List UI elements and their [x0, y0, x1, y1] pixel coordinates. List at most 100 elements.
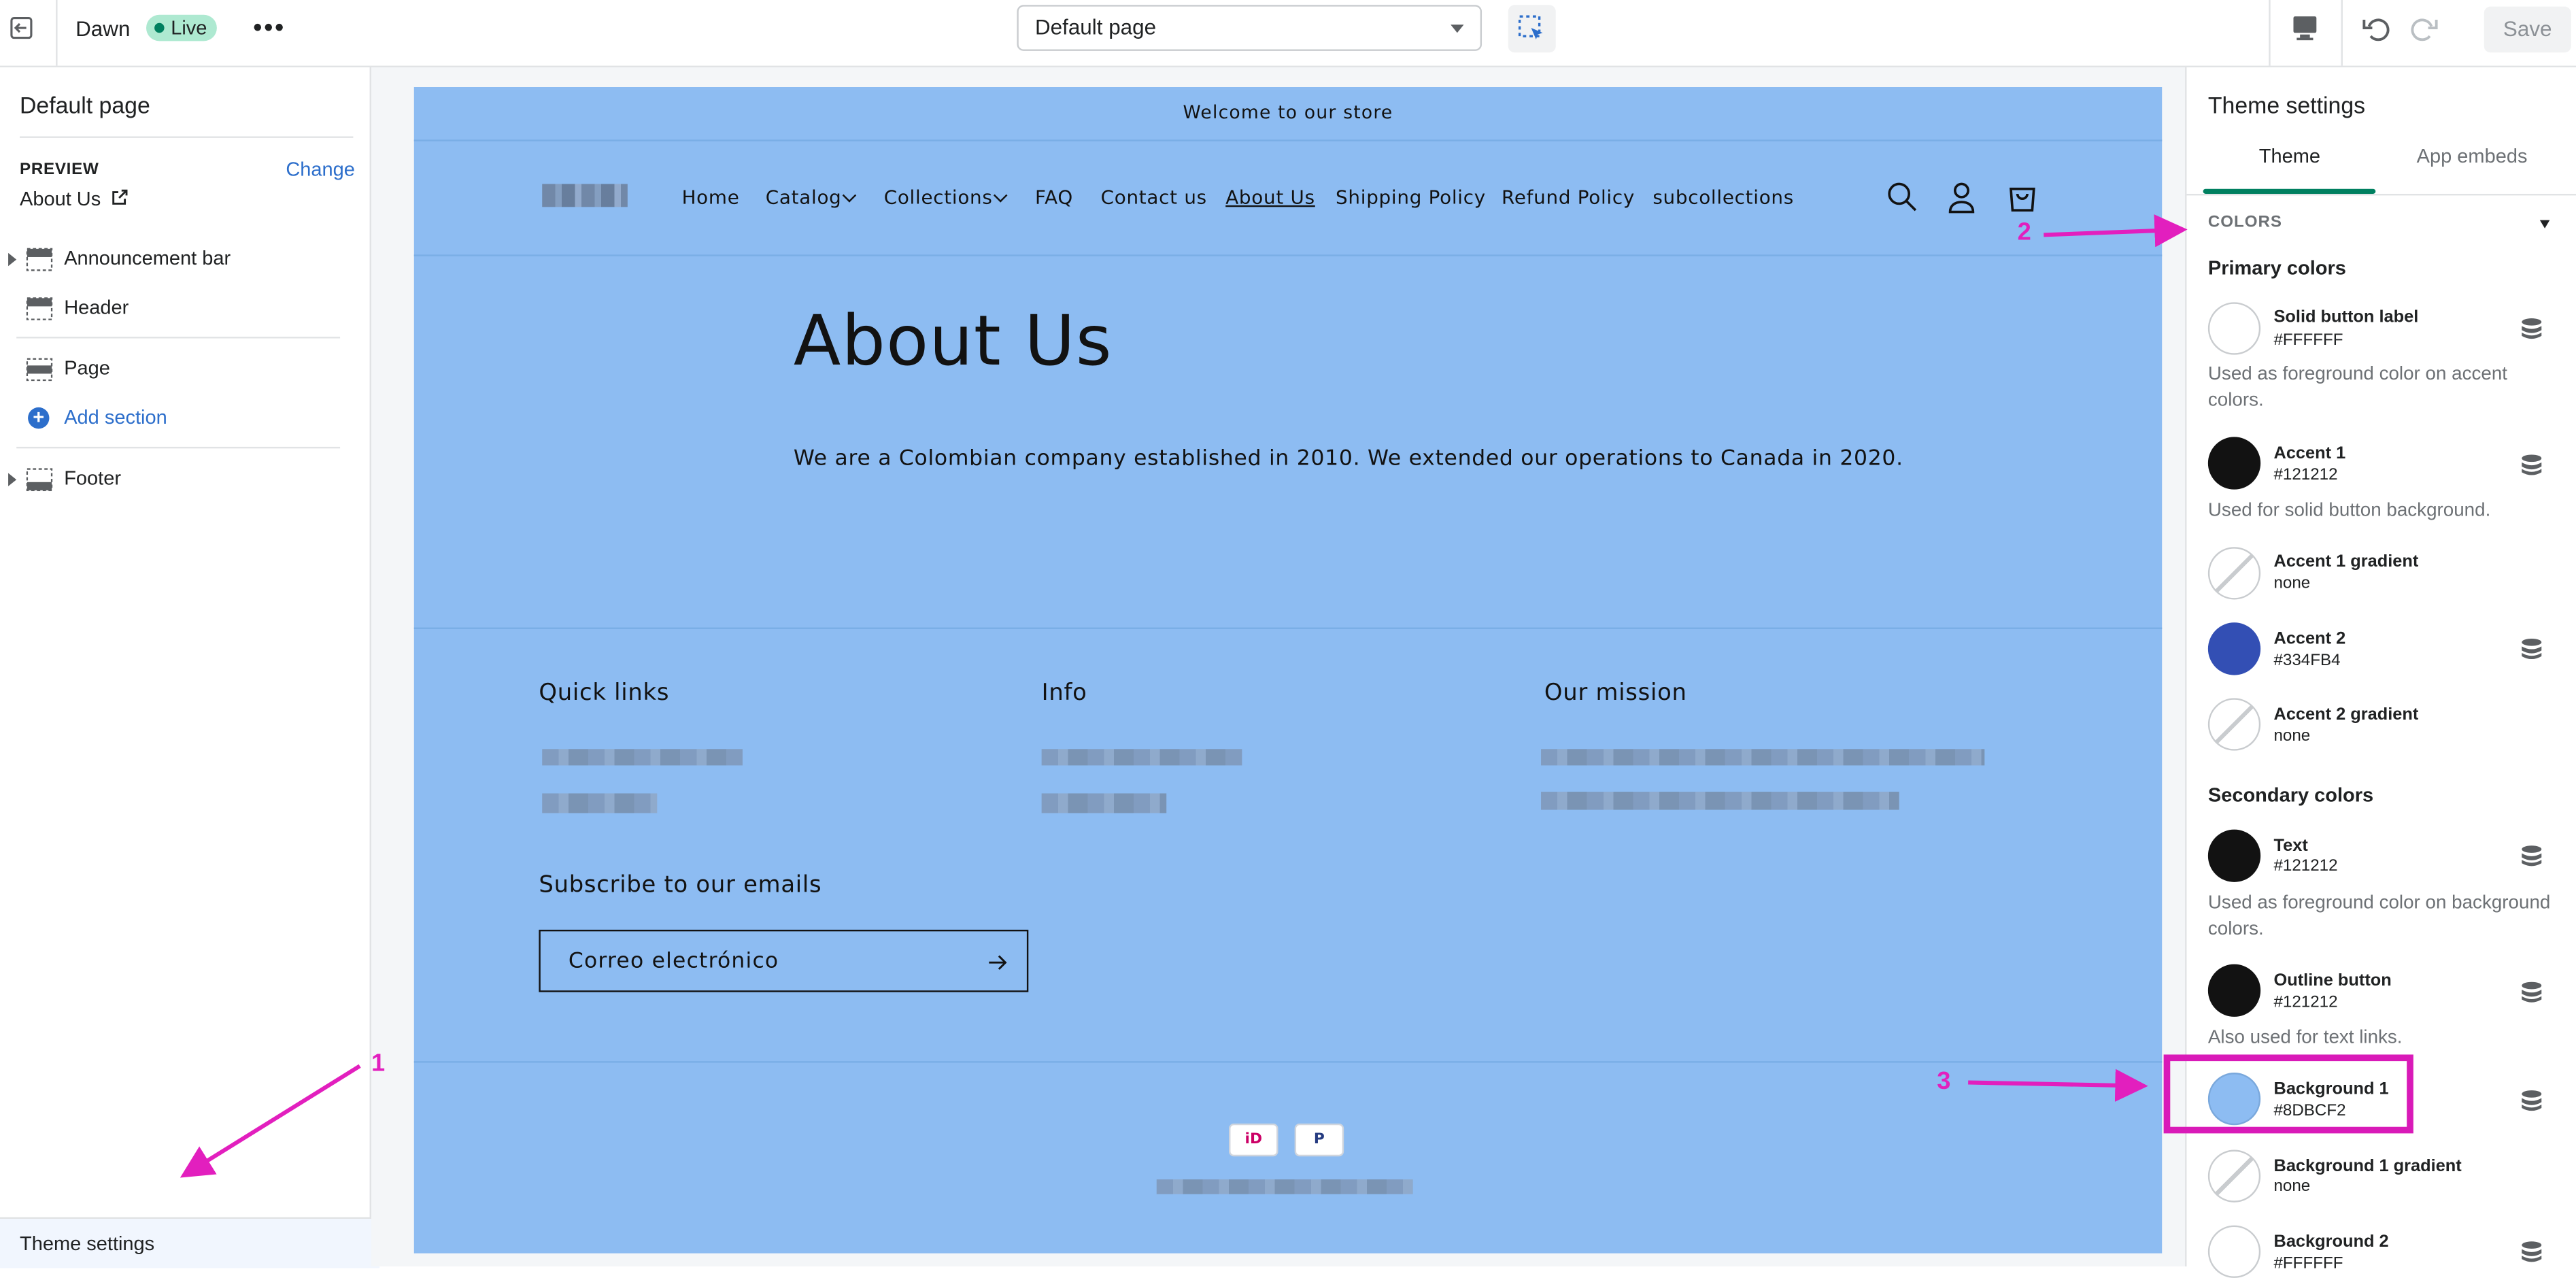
active-tab-indicator: [2203, 188, 2376, 194]
tab-app-embeds[interactable]: App embeds: [2417, 145, 2528, 168]
panel-title: Default page: [19, 92, 150, 118]
more-actions-icon[interactable]: •••: [253, 15, 286, 44]
nav-about-us[interactable]: About Us: [1225, 186, 1315, 209]
color-value: none: [2273, 575, 2311, 593]
preview-page-name: About Us: [19, 187, 101, 211]
nav-faq[interactable]: FAQ: [1035, 186, 1073, 209]
page-title: About Us: [793, 300, 1113, 382]
panel-title: Theme settings: [2207, 92, 2366, 118]
gradient-swatch[interactable]: [2207, 698, 2261, 751]
undo-icon[interactable]: [2361, 13, 2390, 42]
color-swatch[interactable]: [2207, 964, 2261, 1017]
nav-contact-us[interactable]: Contact us: [1101, 186, 1207, 209]
database-icon[interactable]: [2520, 317, 2543, 340]
nav-catalog[interactable]: Catalog: [766, 186, 842, 209]
exit-icon[interactable]: [10, 16, 33, 39]
section-header[interactable]: Header: [0, 286, 370, 332]
blurred-link[interactable]: [542, 749, 743, 766]
color-description: Used for solid button background.: [2207, 501, 2491, 521]
divider: [56, 0, 58, 66]
color-label: Outline button: [2273, 971, 2392, 991]
expand-caret-icon[interactable]: [8, 473, 17, 486]
database-icon[interactable]: [2520, 637, 2543, 660]
divider: [19, 136, 354, 138]
footer-mission-heading: Our mission: [1544, 679, 1687, 707]
change-preview-link[interactable]: Change: [286, 158, 355, 181]
color-swatch[interactable]: [2207, 829, 2261, 882]
section-page[interactable]: Page: [0, 347, 370, 393]
database-icon[interactable]: [2520, 1240, 2543, 1263]
add-section-label: Add section: [64, 405, 167, 429]
color-swatch[interactable]: [2207, 437, 2261, 490]
chevron-down-icon: [842, 188, 857, 203]
arrow-right-icon[interactable]: [987, 953, 1007, 973]
section-announcement-bar[interactable]: Announcement bar: [0, 237, 370, 283]
section-label: Page: [64, 356, 110, 380]
color-label: Accent 1 gradient: [2273, 552, 2419, 572]
color-label: Accent 1: [2273, 443, 2346, 464]
account-icon[interactable]: [1945, 181, 1978, 214]
add-section-button[interactable]: + Add section: [0, 396, 370, 442]
blurred-copyright: [1156, 1179, 1413, 1194]
gradient-swatch[interactable]: [2207, 547, 2261, 600]
nav-collections[interactable]: Collections: [884, 186, 993, 209]
database-icon[interactable]: [2520, 1089, 2543, 1112]
tab-theme[interactable]: Theme: [2259, 145, 2320, 168]
color-swatch[interactable]: [2207, 622, 2261, 675]
inspector-button[interactable]: [1508, 5, 1556, 53]
theme-settings-button[interactable]: Theme settings: [0, 1217, 380, 1268]
secondary-colors-title: Secondary colors: [2207, 783, 2374, 807]
color-label: Accent 2 gradient: [2273, 705, 2419, 725]
external-link-icon[interactable]: [112, 189, 128, 205]
section-icon: [26, 248, 53, 271]
colors-section-toggle[interactable]: COLORS: [2186, 199, 2576, 238]
chevron-down-icon: [1451, 24, 1464, 33]
store-logo[interactable]: [542, 184, 628, 207]
redo-icon[interactable]: [2410, 13, 2439, 42]
search-icon[interactable]: [1886, 181, 1918, 214]
nav-refund-policy[interactable]: Refund Policy: [1502, 186, 1635, 209]
preview-label: PREVIEW: [19, 161, 99, 180]
nav-home[interactable]: Home: [682, 186, 740, 209]
color-label: Background 1 gradient: [2273, 1156, 2462, 1177]
divider: [16, 446, 341, 449]
blurred-text: [1541, 749, 1985, 766]
color-swatch[interactable]: [2207, 302, 2261, 355]
desktop-preview-icon[interactable]: [2290, 13, 2320, 42]
section-icon: [26, 358, 53, 382]
database-icon[interactable]: [2520, 454, 2543, 477]
database-icon[interactable]: [2520, 844, 2543, 867]
gradient-swatch[interactable]: [2207, 1149, 2261, 1203]
section-icon: [26, 468, 53, 492]
nav-subcollections[interactable]: subcollections: [1653, 186, 1794, 209]
blurred-link[interactable]: [542, 793, 658, 813]
annotation-number: 2: [2017, 218, 2031, 247]
annotation-number: 1: [371, 1049, 386, 1078]
expand-caret-icon[interactable]: [8, 252, 17, 267]
store-preview[interactable]: Welcome to our store Home Catalog Collec…: [413, 86, 2163, 1254]
save-button[interactable]: Save: [2484, 6, 2571, 53]
nav-shipping-policy[interactable]: Shipping Policy: [1336, 186, 1486, 209]
color-description: Used as foreground color on accent color…: [2207, 365, 2508, 411]
divider: [2341, 0, 2343, 66]
cart-icon[interactable]: [2006, 181, 2039, 214]
color-value: none: [2273, 1177, 2311, 1196]
section-label: Footer: [64, 466, 122, 490]
annotation-number: 3: [1937, 1067, 1951, 1096]
page-select[interactable]: Default page: [1017, 5, 1482, 51]
color-swatch[interactable]: [2207, 1225, 2261, 1278]
footer-quick-links-heading: Quick links: [539, 679, 670, 707]
database-icon[interactable]: [2520, 981, 2543, 1004]
color-value: #121212: [2273, 466, 2338, 485]
section-footer[interactable]: Footer: [0, 456, 370, 503]
theme-settings-label: Theme settings: [19, 1232, 155, 1256]
footer-info-heading: Info: [1041, 679, 1087, 707]
divider: [2186, 193, 2576, 196]
email-field[interactable]: Correo electrónico: [539, 929, 1029, 992]
subscribe-heading: Subscribe to our emails: [539, 872, 822, 899]
color-label: Text: [2273, 836, 2308, 856]
ideal-payment-icon: iD: [1229, 1123, 1278, 1157]
blurred-link[interactable]: [1041, 793, 1167, 813]
plus-circle-icon: +: [28, 407, 50, 429]
blurred-link[interactable]: [1041, 749, 1242, 766]
